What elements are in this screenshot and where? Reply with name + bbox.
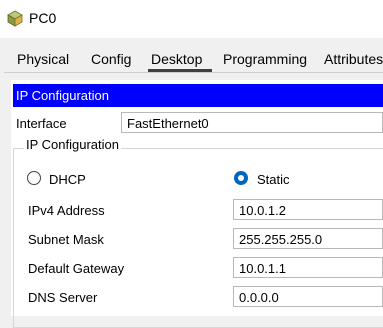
static-label[interactable]: Static	[257, 172, 290, 187]
ipv4-address-field[interactable]: 10.0.1.2	[233, 199, 383, 220]
panel-header-title: IP Configuration	[16, 88, 109, 103]
active-tab-indicator	[148, 69, 212, 72]
interface-select[interactable]: FastEthernet0	[121, 112, 383, 133]
tab-bar: Physical Config Desktop Programming Attr…	[4, 44, 383, 73]
ip-config-group-title: IP Configuration	[24, 137, 121, 152]
subnet-mask-field[interactable]: 255.255.255.0	[233, 228, 383, 249]
default-gateway-value: 10.0.1.1	[239, 261, 286, 276]
dns-server-field[interactable]: 0.0.0.0	[233, 286, 383, 307]
default-gateway-field[interactable]: 10.0.1.1	[233, 257, 383, 278]
interface-label: Interface	[16, 116, 67, 131]
title-bar: PC0	[0, 0, 383, 38]
tab-attributes[interactable]: Attributes	[324, 51, 383, 67]
dhcp-radio[interactable]	[27, 171, 41, 185]
subnet-mask-label: Subnet Mask	[28, 232, 104, 247]
tab-programming[interactable]: Programming	[223, 51, 307, 67]
ipv4-address-value: 10.0.1.2	[239, 203, 286, 218]
default-gateway-label: Default Gateway	[28, 261, 125, 276]
panel-header: IP Configuration	[13, 84, 383, 107]
static-radio[interactable]	[234, 171, 248, 185]
dhcp-label[interactable]: DHCP	[49, 172, 86, 187]
dns-server-value: 0.0.0.0	[239, 290, 279, 305]
interface-value: FastEthernet0	[127, 116, 209, 131]
subnet-mask-value: 255.255.255.0	[239, 232, 323, 247]
tab-physical[interactable]: Physical	[17, 51, 69, 67]
pc-icon	[7, 10, 23, 27]
tab-desktop[interactable]: Desktop	[151, 51, 202, 67]
dns-server-label: DNS Server	[28, 290, 98, 305]
window-title: PC0	[29, 10, 57, 26]
tab-config[interactable]: Config	[91, 51, 131, 67]
ipv4-address-label: IPv4 Address	[28, 203, 105, 218]
